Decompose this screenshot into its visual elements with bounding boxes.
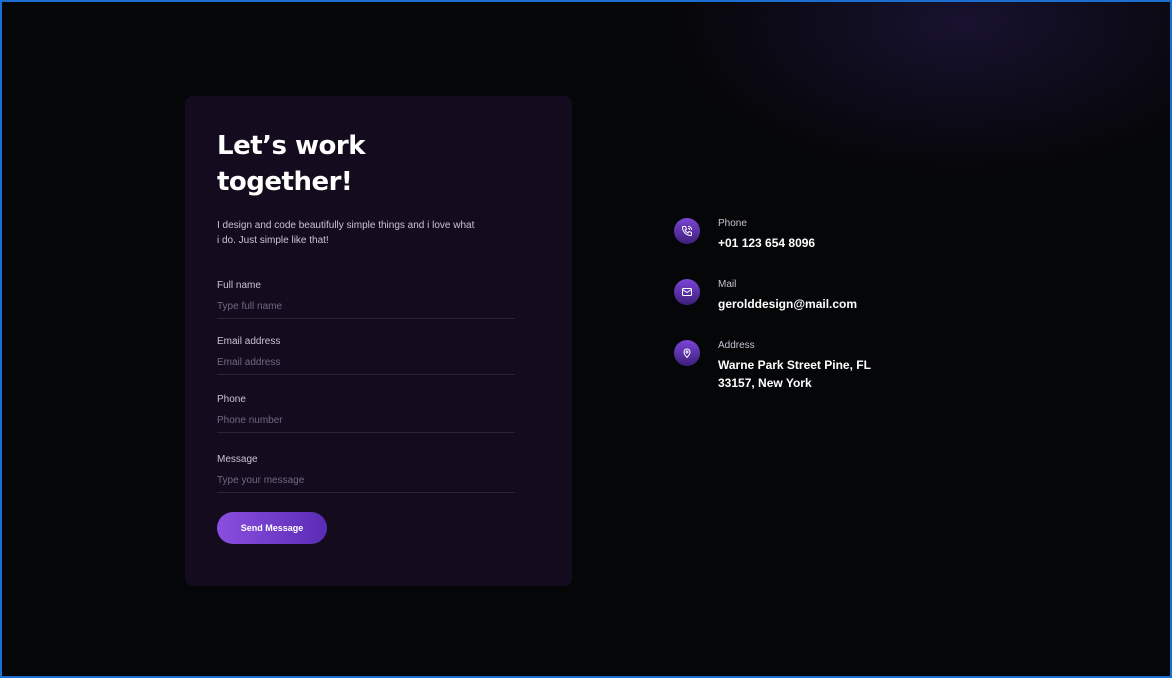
email-field: Email address [217, 336, 515, 375]
message-label: Message [217, 454, 258, 465]
full-name-input[interactable] [217, 298, 515, 314]
full-name-field: Full name [217, 280, 515, 319]
message-field: Message [217, 454, 515, 493]
message-input[interactable] [217, 472, 515, 488]
contact-mail-label: Mail [718, 279, 737, 290]
phone-field: Phone [217, 394, 515, 433]
contact-mail-value: gerolddesign@mail.com [718, 297, 858, 311]
page: Let’s work together! I design and code b… [0, 0, 1172, 678]
full-name-label: Full name [217, 280, 261, 291]
mail-icon [674, 279, 700, 305]
phone-label: Phone [217, 394, 246, 405]
form-title: Let’s work together! [217, 131, 366, 197]
contact-phone-label: Phone [718, 218, 747, 229]
email-label: Email address [217, 336, 281, 347]
contact-form-card: Let’s work together! I design and code b… [185, 96, 572, 586]
contact-phone-value: +01 123 654 8096 [718, 236, 816, 250]
email-input[interactable] [217, 354, 515, 370]
contact-address-value: Warne Park Street Pine, FL 33157, New Yo… [718, 358, 871, 390]
contact-address-label: Address [718, 340, 755, 351]
form-intro: I design and code beautifully simple thi… [217, 220, 475, 246]
send-message-button[interactable]: Send Message [217, 512, 327, 544]
phone-icon [674, 218, 700, 244]
location-pin-icon [674, 340, 700, 366]
phone-input[interactable] [217, 412, 515, 428]
